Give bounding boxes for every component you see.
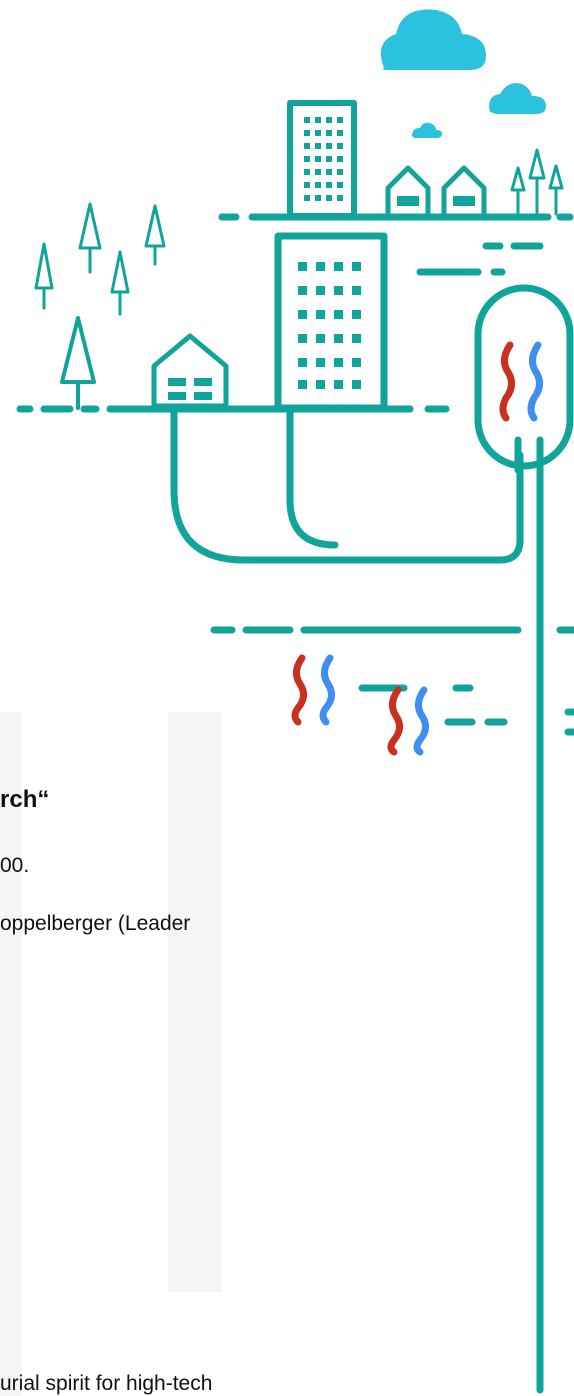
district-heating-illustration xyxy=(16,9,574,1394)
heat-wave-icon xyxy=(291,654,335,726)
cloud-icon xyxy=(489,83,546,114)
tower-icon xyxy=(287,100,357,219)
house-icon xyxy=(441,165,487,217)
geothermal-probe-icon xyxy=(474,284,574,1394)
house-icon xyxy=(151,333,229,409)
paragraph-fragment-1: 00. xyxy=(0,854,30,877)
heading-fragment: rch“ xyxy=(0,786,50,813)
heat-wave-icon xyxy=(499,341,543,422)
cloud-icon xyxy=(412,122,442,138)
paragraph-fragment-2: oppelberger (Leader xyxy=(0,912,191,935)
house-icon xyxy=(385,165,431,217)
tree-icon xyxy=(60,316,96,410)
cloud-icon xyxy=(380,9,486,70)
tree-icon xyxy=(510,148,564,216)
tower-icon xyxy=(274,232,388,412)
paragraph-fragment-3: urial spirit for high-tech xyxy=(0,1372,213,1395)
tree-icon xyxy=(34,202,166,316)
heat-wave-icon xyxy=(387,686,429,756)
